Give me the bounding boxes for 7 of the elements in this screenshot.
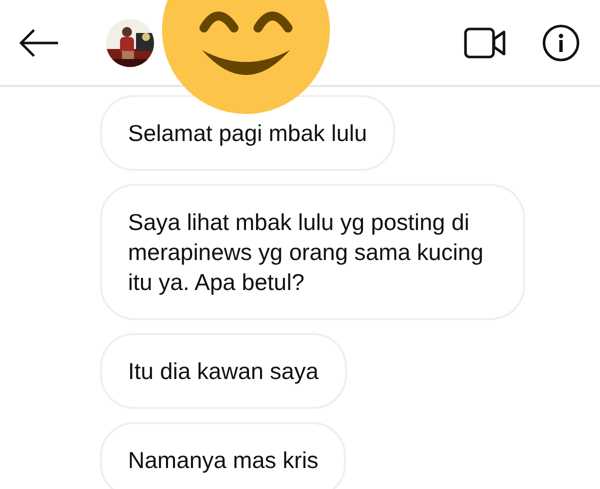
message-bubble: Saya lihat mbak lulu yg posting di merapinews yg orang sama kucing itu ya. Apa betul? (100, 184, 525, 320)
video-camera-icon[interactable] (464, 26, 506, 58)
message-bubble: Namanya mas kris (100, 422, 346, 489)
info-icon[interactable] (542, 24, 580, 62)
message-bubble: Selamat pagi mbak lulu (100, 95, 396, 171)
back-arrow-icon[interactable] (18, 28, 60, 58)
message-bubble: Itu dia kawan saya (100, 333, 347, 409)
